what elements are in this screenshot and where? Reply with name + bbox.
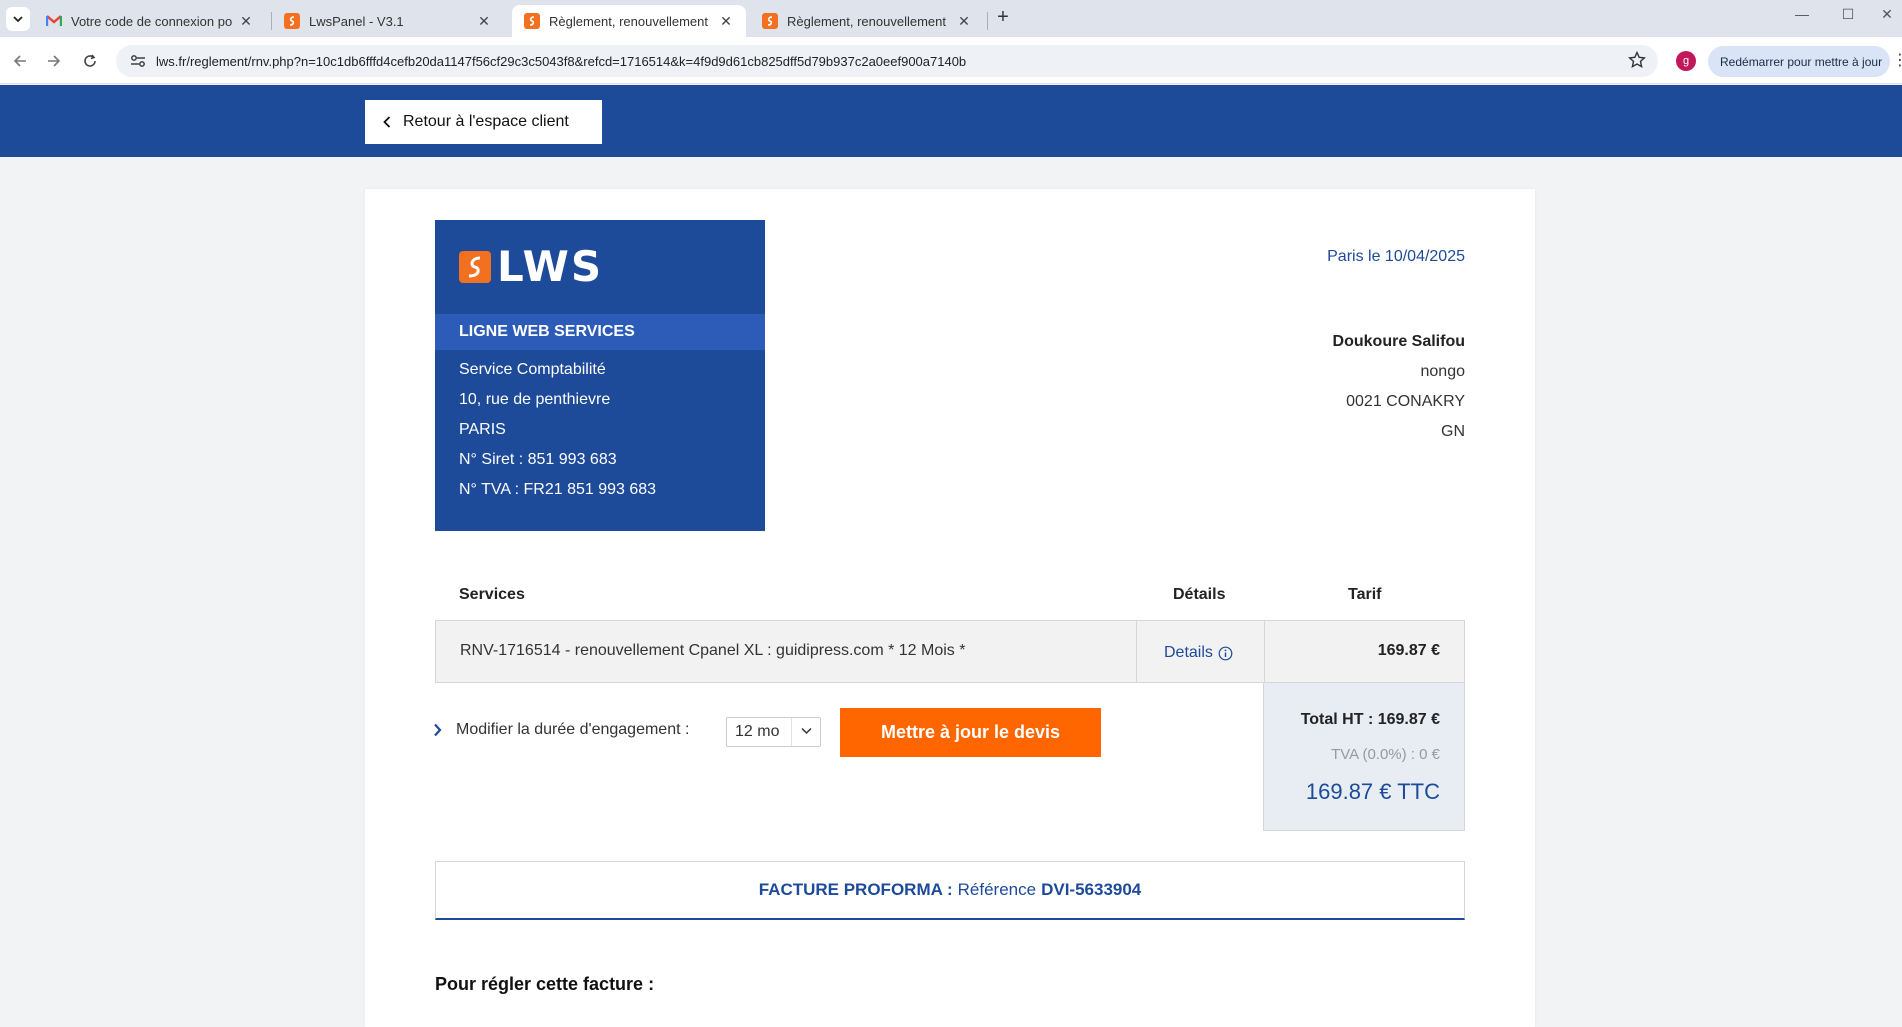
header-banner (0, 85, 1902, 157)
duration-select[interactable]: 12 mo (726, 717, 821, 747)
profile-avatar[interactable]: g (1676, 51, 1696, 71)
lws-logo-mark-icon (459, 251, 491, 283)
reference-number: DVI-5633904 (1041, 880, 1142, 899)
column-header-tarif: Tarif (1348, 586, 1382, 603)
chevron-down-icon (13, 16, 23, 23)
tab-title: LwsPanel - V3.1 (309, 13, 404, 29)
reload-icon[interactable] (78, 49, 102, 73)
back-to-client-area-button[interactable]: Retour à l'espace client (365, 100, 602, 144)
close-icon[interactable]: ✕ (476, 13, 492, 30)
close-icon[interactable]: ✕ (718, 13, 734, 30)
gmail-icon (46, 13, 62, 29)
lws-icon (524, 13, 540, 29)
company-info-block: LWS LIGNE WEB SERVICES Service Comptabil… (435, 220, 765, 531)
tab-strip: Votre code de connexion pour : ✕ LwsPane… (0, 0, 1902, 37)
back-button-label: Retour à l'espace client (403, 113, 569, 130)
details-link[interactable]: Details (1164, 644, 1233, 662)
select-divider (791, 718, 792, 746)
close-icon[interactable]: ✕ (956, 13, 972, 30)
proforma-label: FACTURE PROFORMA : (758, 880, 953, 899)
total-tva: TVA (0.0%) : 0 € (1331, 746, 1440, 763)
company-siret: N° Siret : 851 993 683 (459, 451, 617, 468)
lws-icon (762, 13, 778, 29)
tab-title: Votre code de connexion pour : (71, 13, 232, 29)
client-address-line: nongo (1420, 363, 1466, 380)
window-close-icon[interactable]: ✕ (1872, 6, 1902, 23)
lws-logo: LWS (459, 246, 603, 288)
tab-search-button[interactable] (6, 7, 30, 31)
duration-control: Modifier la durée d'engagement : (433, 721, 689, 739)
duration-selected-value: 12 mo (735, 723, 780, 740)
total-ttc: 169.87 € TTC (1305, 779, 1440, 804)
tab-reglement-active[interactable]: Règlement, renouvellement d'u ✕ (512, 5, 746, 37)
browser-toolbar: lws.fr/reglement/rnv.php?n=10c1db6fffd4c… (0, 37, 1902, 84)
column-divider (1264, 621, 1265, 682)
forward-arrow-icon[interactable] (42, 49, 66, 73)
tab-reglement[interactable]: Règlement, renouvellement d'u ✕ (750, 5, 984, 37)
client-address-line: 0021 CONAKRY (1346, 393, 1465, 410)
address-bar[interactable]: lws.fr/reglement/rnv.php?n=10c1db6fffd4c… (116, 45, 1658, 77)
info-icon (1218, 646, 1233, 661)
client-country: GN (1441, 423, 1465, 440)
bookmark-star-icon[interactable] (1627, 50, 1647, 74)
company-address-line: PARIS (459, 421, 506, 438)
tab-separator (987, 12, 988, 30)
column-header-services: Services (459, 586, 525, 603)
tab-title: Règlement, renouvellement d'u (787, 13, 950, 29)
maximize-icon[interactable]: ☐ (1833, 6, 1863, 23)
column-header-details: Détails (1173, 586, 1226, 603)
column-divider (1136, 621, 1137, 682)
invoice-date: Paris le 10/04/2025 (1327, 248, 1465, 265)
table-row: RNV-1716514 - renouvellement Cpanel XL :… (435, 620, 1465, 683)
tab-gmail[interactable]: Votre code de connexion pour : ✕ (34, 5, 266, 37)
close-icon[interactable]: ✕ (238, 13, 254, 30)
new-tab-icon[interactable]: + (993, 7, 1013, 28)
company-address-line: Service Comptabilité (459, 361, 606, 378)
tab-lwspanel[interactable]: LwsPanel - V3.1 ✕ (272, 5, 504, 37)
details-label: Details (1164, 644, 1213, 661)
tab-title: Règlement, renouvellement d'u (549, 13, 712, 29)
totals-box: Total HT : 169.87 € TVA (0.0%) : 0 € 169… (1263, 683, 1465, 831)
payment-section-title: Pour régler cette facture : (435, 974, 655, 994)
lws-icon (284, 13, 300, 29)
chevron-down-icon (801, 727, 812, 735)
duration-label: Modifier la durée d'engagement : (456, 721, 690, 738)
service-price: 169.87 € (1377, 642, 1440, 659)
service-description: RNV-1716514 - renouvellement Cpanel XL :… (460, 642, 966, 659)
site-settings-icon[interactable] (128, 54, 148, 68)
chevron-left-icon (383, 116, 391, 128)
company-name: LIGNE WEB SERVICES (435, 314, 765, 350)
chevron-right-icon (433, 723, 442, 737)
logo-text: LWS (497, 242, 604, 291)
minimize-icon[interactable]: — (1787, 6, 1817, 22)
total-ht: Total HT : 169.87 € (1300, 711, 1440, 728)
url-text: lws.fr/reglement/rnv.php?n=10c1db6fffd4c… (156, 53, 967, 69)
proforma-reference: FACTURE PROFORMA : Référence DVI-5633904 (435, 861, 1465, 920)
company-vat: N° TVA : FR21 851 993 683 (459, 481, 657, 498)
update-quote-button[interactable]: Mettre à jour le devis (840, 708, 1101, 757)
company-address-line: 10, rue de penthievre (459, 391, 611, 408)
client-name: Doukoure Salifou (1332, 333, 1465, 350)
browser-menu-icon[interactable]: ⋮ (1892, 50, 1902, 70)
restart-update-button[interactable]: Redémarrer pour mettre à jour (1708, 46, 1890, 77)
back-arrow-icon[interactable] (8, 49, 32, 73)
reference-label: Référence (957, 880, 1037, 899)
